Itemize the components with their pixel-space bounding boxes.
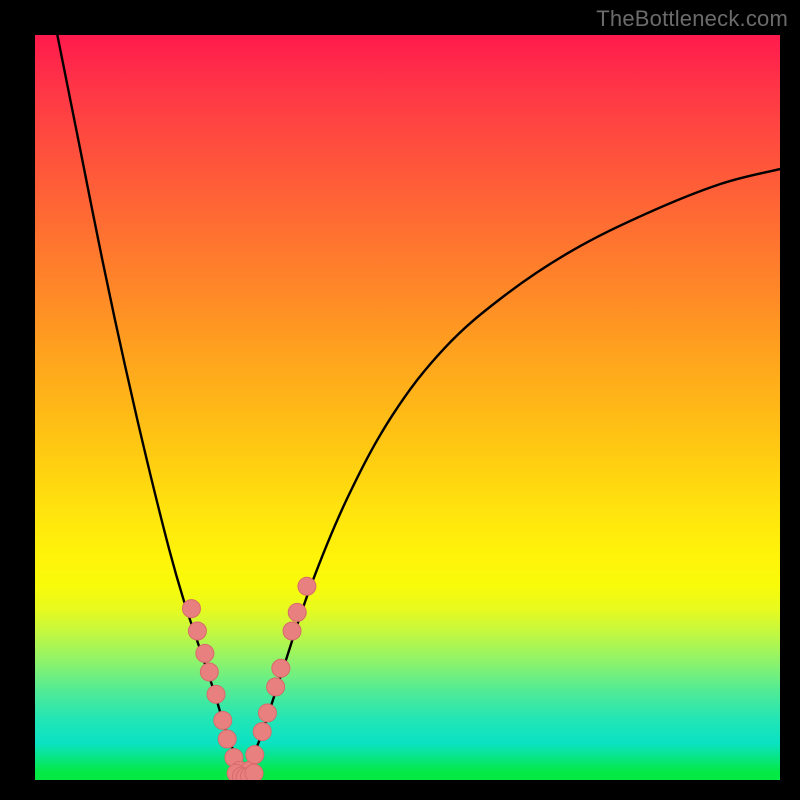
- marker-point: [283, 622, 301, 640]
- curve-left-branch: [57, 35, 243, 773]
- marker-point: [272, 659, 290, 677]
- marker-point: [267, 678, 285, 696]
- marker-point: [207, 685, 225, 703]
- marker-point: [298, 577, 316, 595]
- plot-area: [35, 35, 780, 780]
- marker-point: [288, 603, 306, 621]
- marker-point: [245, 764, 263, 780]
- curve-layer: [35, 35, 780, 780]
- marker-point: [196, 644, 214, 662]
- marker-point: [253, 723, 271, 741]
- watermark-text: TheBottleneck.com: [596, 6, 788, 32]
- marker-point: [182, 600, 200, 618]
- marker-point: [200, 663, 218, 681]
- curve-right-branch: [244, 169, 780, 772]
- marker-point: [218, 730, 236, 748]
- marker-point: [258, 704, 276, 722]
- marker-point: [188, 622, 206, 640]
- marker-point: [214, 711, 232, 729]
- marker-point: [246, 746, 264, 764]
- chart-frame: TheBottleneck.com: [0, 0, 800, 800]
